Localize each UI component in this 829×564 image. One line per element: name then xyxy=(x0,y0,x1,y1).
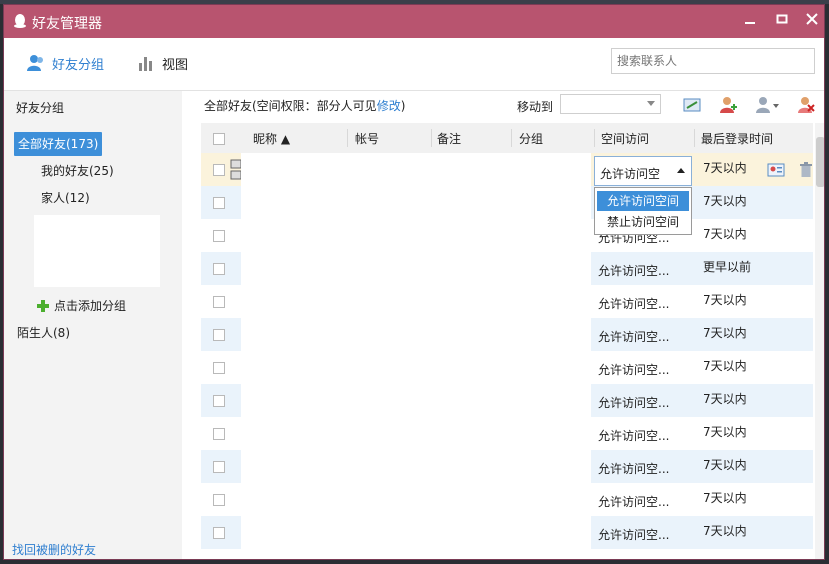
space-access-select[interactable]: 允许访问空 xyxy=(594,156,692,186)
move-to-label: 移动到 xyxy=(517,100,554,114)
sidebar-item-my-friends[interactable]: 我的好友(25) xyxy=(41,159,114,183)
add-group-button[interactable]: 点击添加分组 xyxy=(36,297,126,314)
tab-view-label: 视图 xyxy=(162,57,189,73)
add-group-label: 点击添加分组 xyxy=(54,299,127,313)
close-button[interactable] xyxy=(802,11,822,31)
minimize-icon xyxy=(745,22,755,24)
row-checkbox[interactable] xyxy=(213,263,225,275)
table-header: 昵称 ▲ 帐号 备注 分组 空间访问 最后登录时间 xyxy=(201,123,813,154)
space-access-value: 允许访问空... xyxy=(598,429,670,443)
sidebar-item-family[interactable]: 家人(12) xyxy=(41,186,90,210)
plus-icon xyxy=(37,299,49,312)
col-last-login[interactable]: 最后登录时间 xyxy=(701,130,773,147)
add-friend-icon[interactable] xyxy=(718,95,738,115)
last-login: 7天以内 xyxy=(703,458,747,472)
last-login: 7天以内 xyxy=(703,227,747,241)
row-checkbox[interactable] xyxy=(213,164,225,176)
message-icon[interactable] xyxy=(682,95,702,115)
space-access-value: 允许访问空... xyxy=(598,363,670,377)
space-access-value: 允许访问空... xyxy=(598,330,670,344)
bar-chart-icon xyxy=(139,57,152,71)
last-login: 7天以内 xyxy=(703,491,747,505)
nickname-column-blank xyxy=(241,153,591,551)
close-icon xyxy=(806,13,818,25)
row-checkbox[interactable] xyxy=(213,494,225,506)
row-checkbox[interactable] xyxy=(213,527,225,539)
modify-permission-link[interactable]: 修改 xyxy=(377,99,401,113)
space-access-value: 允许访问空... xyxy=(598,528,670,542)
scrollbar-thumb[interactable] xyxy=(816,137,824,187)
qq-penguin-icon xyxy=(14,14,26,28)
last-login: 7天以内 xyxy=(703,161,747,175)
chevron-down-icon xyxy=(647,101,655,106)
sidebar-item-strangers[interactable]: 陌生人(8) xyxy=(17,321,70,345)
group-list-blank xyxy=(34,215,160,287)
window-title: 好友管理器 xyxy=(32,16,102,32)
users-icon xyxy=(27,55,43,71)
delete-friend-icon[interactable] xyxy=(796,95,816,115)
minimize-button[interactable] xyxy=(740,11,760,31)
col-account[interactable]: 帐号 xyxy=(355,130,379,147)
toolbar: 好友分组 视图 xyxy=(4,38,824,91)
column-divider xyxy=(347,129,348,147)
tab-friend-groups[interactable]: 好友分组 xyxy=(26,52,104,74)
profile-card-icon[interactable] xyxy=(767,163,785,177)
move-to-select[interactable] xyxy=(560,94,661,114)
space-access-select-value: 允许访问空 xyxy=(600,167,661,181)
last-login: 7天以内 xyxy=(703,392,747,406)
col-space-access[interactable]: 空间访问 xyxy=(601,130,649,147)
sidebar-item-all-friends[interactable]: 全部好友(173) xyxy=(14,132,103,156)
last-login: 更早以前 xyxy=(703,260,752,274)
column-divider xyxy=(694,129,695,147)
last-login: 7天以内 xyxy=(703,425,747,439)
row-checkbox[interactable] xyxy=(213,395,225,407)
group-sidebar: 好友分组 全部好友(173) 我的好友(25) 家人(12) 点击添加分组 陌生… xyxy=(4,91,182,559)
row-checkbox[interactable] xyxy=(213,230,225,242)
permission-summary: 全部好友(空间权限：部分人可见修改) xyxy=(204,97,405,114)
friends-table: 昵称 ▲ 帐号 备注 分组 空间访问 最后登录时间 7天以内 7天以内 允许访问… xyxy=(201,123,813,559)
col-remark[interactable]: 备注 xyxy=(437,130,461,147)
trash-icon[interactable] xyxy=(799,162,813,178)
space-access-value: 允许访问空... xyxy=(598,264,670,278)
column-divider xyxy=(594,129,595,147)
space-access-value: 允许访问空... xyxy=(598,297,670,311)
col-group[interactable]: 分组 xyxy=(519,130,543,147)
maximize-icon xyxy=(776,14,788,24)
permission-close-paren: ) xyxy=(400,99,406,113)
row-checkbox[interactable] xyxy=(213,461,225,473)
vertical-scrollbar[interactable] xyxy=(815,123,824,559)
sidebar-header: 好友分组 xyxy=(16,101,65,115)
space-access-value: 允许访问空... xyxy=(598,495,670,509)
option-deny-access[interactable]: 禁止访问空间 xyxy=(597,212,689,232)
title-bar[interactable]: 好友管理器 xyxy=(4,5,824,38)
row-checkbox[interactable] xyxy=(213,197,225,209)
column-divider xyxy=(431,129,432,147)
space-access-value: 允许访问空... xyxy=(598,396,670,410)
main-panel: 全部好友(空间权限：部分人可见修改) 移动到 昵称 ▲ 帐号 备注 分组 空间访… xyxy=(184,91,824,559)
permission-text: 全部好友(空间权限：部分人可见 xyxy=(204,99,377,113)
last-login: 7天以内 xyxy=(703,194,747,208)
option-allow-access[interactable]: 允许访问空间 xyxy=(597,191,689,211)
space-access-dropdown-list: 允许访问空间 禁止访问空间 xyxy=(594,187,692,235)
move-friend-icon[interactable] xyxy=(754,95,780,115)
tab-view[interactable]: 视图 xyxy=(138,52,188,74)
chevron-up-icon xyxy=(677,168,685,173)
last-login: 7天以内 xyxy=(703,326,747,340)
friend-manager-window: 好友管理器 好友分组 视图 搜索联系人 好友分组 全部好友(173) 我的好友(… xyxy=(3,4,825,560)
row-checkbox[interactable] xyxy=(213,362,225,374)
row-checkbox[interactable] xyxy=(213,296,225,308)
row-checkbox[interactable] xyxy=(213,329,225,341)
space-access-value: 允许访问空... xyxy=(598,462,670,476)
col-nickname[interactable]: 昵称 ▲ xyxy=(253,130,290,147)
row-checkbox[interactable] xyxy=(213,428,225,440)
last-login: 7天以内 xyxy=(703,524,747,538)
maximize-button[interactable] xyxy=(772,11,792,31)
select-all-checkbox[interactable] xyxy=(213,133,225,145)
last-login: 7天以内 xyxy=(703,293,747,307)
tab-friend-groups-label: 好友分组 xyxy=(52,57,105,73)
search-input[interactable] xyxy=(611,48,815,74)
recover-deleted-friends-link[interactable]: 找回被删的好友 xyxy=(12,541,96,558)
last-login: 7天以内 xyxy=(703,359,747,373)
column-divider xyxy=(511,129,512,147)
